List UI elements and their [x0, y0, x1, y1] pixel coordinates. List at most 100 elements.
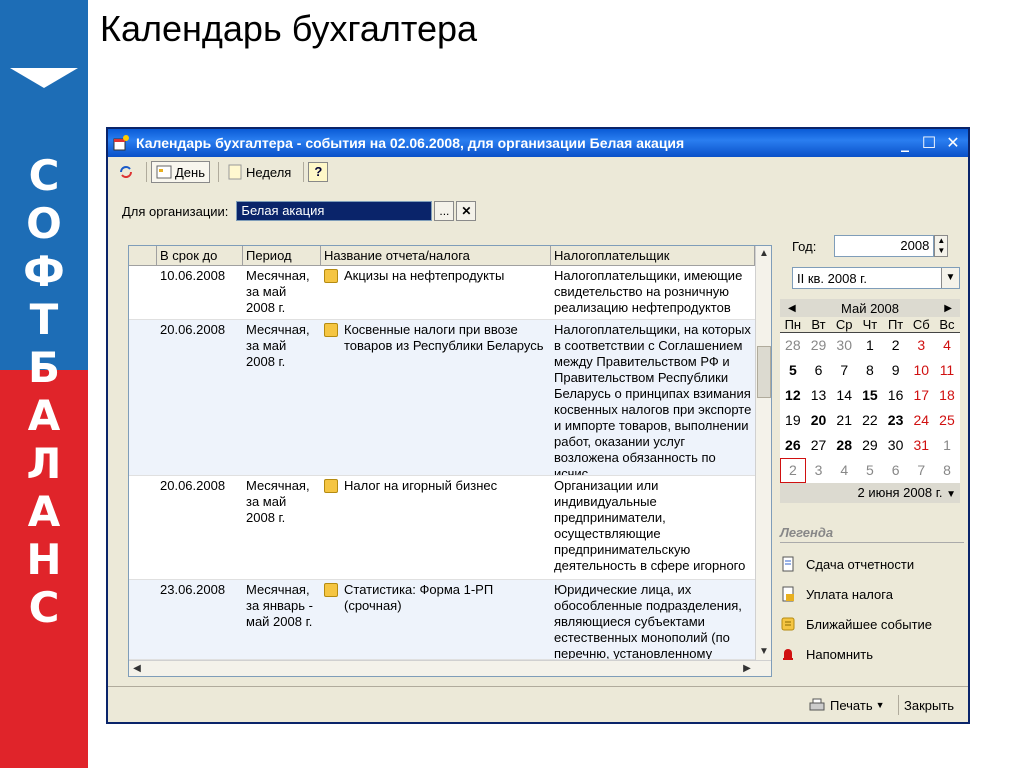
chevron-down-icon[interactable]: ▼: [946, 489, 956, 500]
row-marker: [129, 580, 157, 659]
events-table[interactable]: В срок до Период Название отчета/налога …: [128, 245, 772, 677]
calendar-day[interactable]: 4: [934, 333, 960, 358]
column-header-due-date[interactable]: В срок до: [157, 246, 243, 265]
column-header-report-name[interactable]: Название отчета/налога: [321, 246, 551, 265]
legend-item-report: Сдача отчетности: [780, 555, 964, 573]
table-row[interactable]: 20.06.2008 Месячная, за май 2008 г. Косв…: [129, 320, 771, 476]
next-month-icon[interactable]: ▶: [944, 303, 952, 314]
legend-item-remind: Напомнить: [780, 645, 964, 663]
column-header-taxpayer[interactable]: Налогоплательщик: [551, 246, 755, 265]
cell-period: Месячная, за май 2008 г.: [246, 322, 310, 369]
calendar-day[interactable]: 7: [831, 358, 858, 383]
column-header-period[interactable]: Период: [243, 246, 321, 265]
brand-logo-letters: С О Ф Т Б А Л А Н С: [0, 152, 88, 632]
calendar-day[interactable]: 12: [780, 383, 806, 408]
print-button[interactable]: Печать ▼: [808, 695, 885, 715]
calendar-day[interactable]: 29: [857, 433, 883, 458]
calendar-day[interactable]: 3: [908, 333, 935, 358]
column-header-marker[interactable]: [129, 246, 157, 265]
calendar-day[interactable]: 31: [908, 433, 935, 458]
calendar-day[interactable]: 15: [857, 383, 883, 408]
brand-letter: Л: [26, 439, 62, 488]
close-window-button[interactable]: ✕: [942, 133, 964, 153]
calendar-day[interactable]: 8: [934, 458, 960, 483]
toolbar-separator: [303, 162, 305, 182]
legend-label: Уплата налога: [806, 586, 893, 602]
calendar-day[interactable]: 16: [882, 383, 909, 408]
calendar-day[interactable]: 19: [780, 408, 806, 433]
brand-letter: О: [26, 199, 62, 248]
calendar-day[interactable]: 22: [857, 408, 883, 433]
calendar-day[interactable]: 5: [857, 458, 883, 483]
calendar-day[interactable]: 30: [831, 333, 858, 358]
prev-month-icon[interactable]: ◀: [788, 303, 796, 314]
help-button[interactable]: ?: [308, 162, 329, 182]
table-row[interactable]: 10.06.2008 Месячная, за май 2008 г. Акци…: [129, 266, 771, 320]
scroll-up-icon[interactable]: ▲: [756, 246, 771, 262]
calendar-day[interactable]: 28: [831, 433, 858, 458]
calendar-day[interactable]: 30: [882, 433, 909, 458]
calendar-day[interactable]: 26: [780, 433, 806, 458]
scroll-right-icon[interactable]: ▶: [739, 661, 755, 676]
calendar-day[interactable]: 18: [934, 383, 960, 408]
alarm-bell-icon: [783, 649, 793, 660]
calendar-day[interactable]: 25: [934, 408, 960, 433]
calendar-day[interactable]: 10: [908, 358, 935, 383]
calendar-day[interactable]: 8: [857, 358, 883, 383]
calendar-day[interactable]: 20: [805, 408, 832, 433]
cell-period: Месячная, за май 2008 г.: [246, 268, 310, 315]
vertical-scroll-thumb[interactable]: [757, 346, 771, 398]
calendar-week: 19 20 21 22 23 24 25: [780, 408, 960, 433]
year-spinner[interactable]: ▲ ▼: [934, 235, 949, 257]
close-button[interactable]: Закрыть: [904, 695, 954, 715]
calendar-day[interactable]: 21: [831, 408, 858, 433]
week-view-button[interactable]: Неделя: [223, 161, 295, 183]
calendar-day[interactable]: 6: [882, 458, 909, 483]
calendar-footer[interactable]: 2 июня 2008 г. ▼: [780, 483, 960, 503]
organization-select-button[interactable]: ...: [434, 201, 455, 221]
toolbar-separator: [218, 162, 219, 182]
scroll-left-icon[interactable]: ◀: [129, 661, 145, 676]
table-row[interactable]: 23.06.2008 Месячная, за январь - май 200…: [129, 580, 771, 660]
calendar-day[interactable]: 28: [780, 333, 806, 358]
toolbar-separator: [146, 162, 147, 182]
cell-report-name: Статистика: Форма 1-РП (срочная): [321, 580, 551, 659]
year-input[interactable]: 2008: [834, 235, 935, 257]
horizontal-scrollbar[interactable]: ◀ ▶: [129, 660, 771, 676]
day-view-button[interactable]: День: [151, 161, 210, 183]
brand-stripe: С О Ф Т Б А Л А Н С: [0, 0, 88, 768]
calendar-day[interactable]: 2: [882, 333, 909, 358]
vertical-scrollbar[interactable]: ▲ ▼: [755, 246, 771, 660]
calendar-day[interactable]: 5: [780, 358, 806, 383]
refresh-button[interactable]: [114, 161, 138, 183]
calendar-day[interactable]: 3: [805, 458, 832, 483]
calendar-day[interactable]: 13: [805, 383, 832, 408]
calendar-day[interactable]: 1: [857, 333, 883, 358]
scroll-down-icon[interactable]: ▼: [756, 644, 771, 660]
calendar-day[interactable]: 14: [831, 383, 858, 408]
calendar-day[interactable]: 7: [908, 458, 935, 483]
calendar-day[interactable]: 27: [805, 433, 832, 458]
minimize-button[interactable]: _: [894, 133, 916, 153]
calendar-day[interactable]: 9: [882, 358, 909, 383]
week-view-label: Неделя: [246, 164, 292, 180]
calendar-day[interactable]: 11: [934, 358, 960, 383]
table-row[interactable]: 20.06.2008 Месячная, за май 2008 г. Нало…: [129, 476, 771, 580]
quarter-select[interactable]: II кв. 2008 г. ▼: [792, 267, 960, 289]
calendar-day[interactable]: 24: [908, 408, 935, 433]
calendar-day[interactable]: 23: [882, 408, 909, 433]
calendar-day[interactable]: 4: [831, 458, 858, 483]
calendar-day[interactable]: 1: [934, 433, 960, 458]
maximize-button[interactable]: ☐: [918, 133, 940, 153]
calendar-day[interactable]: 17: [908, 383, 935, 408]
weekday-label: Пн: [784, 317, 802, 332]
organization-clear-button[interactable]: ✕: [456, 201, 477, 221]
organization-input[interactable]: Белая акация: [236, 201, 433, 221]
calendar-day-today[interactable]: 2: [780, 458, 806, 483]
month-calendar[interactable]: ◀ Май 2008 ▶ Пн Вт Ср Чт Пт Сб Вс 28 29 …: [780, 299, 960, 503]
window-titlebar[interactable]: Календарь бухгалтера - события на 02.06.…: [108, 129, 968, 157]
calendar-day[interactable]: 6: [805, 358, 832, 383]
calendar-day[interactable]: 29: [805, 333, 832, 358]
chevron-down-icon[interactable]: ▼: [941, 268, 959, 288]
legend-label: Напомнить: [806, 646, 873, 662]
